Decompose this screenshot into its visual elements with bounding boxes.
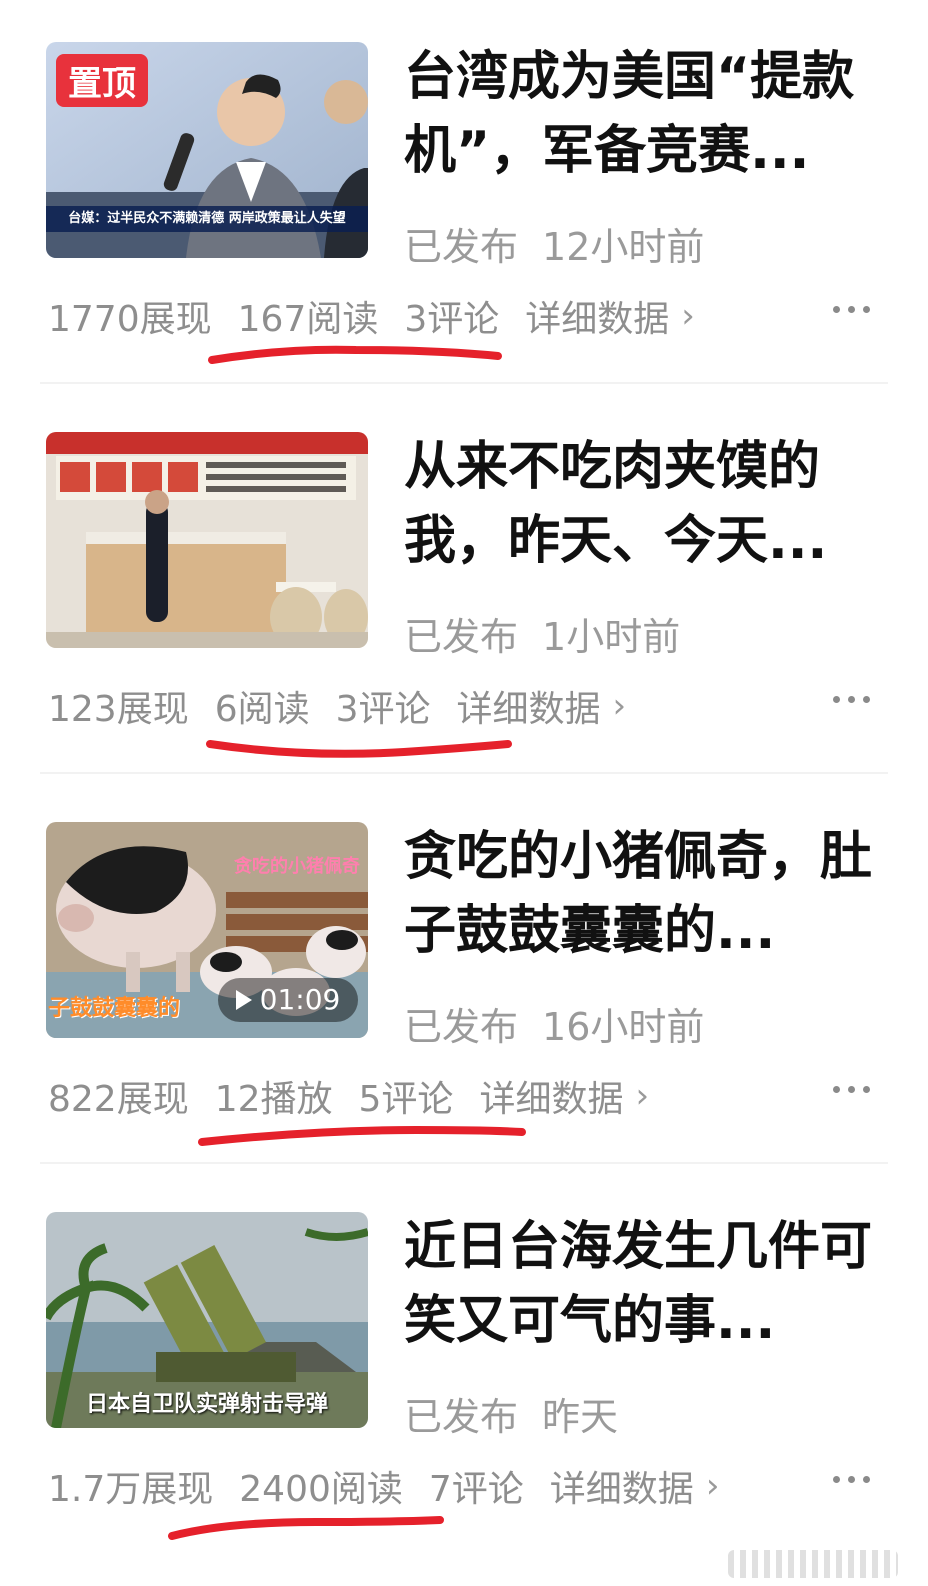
publish-time: 昨天 — [542, 1395, 619, 1439]
thumbnail-caption: 台媒：过半民众不满赖清德 两岸政策最让人失望 — [46, 206, 368, 232]
comments-count[interactable]: 5评论 — [359, 1070, 454, 1122]
status-label: 已发布 — [404, 225, 519, 269]
thumbnail-caption: 日本自卫队实弹射击导弹 — [85, 1392, 328, 1417]
article-item-3[interactable]: 贪吃的小猪佩奇 子鼓鼓囊囊的 01:09 贪吃的小猪佩奇，肚子鼓鼓囊囊的... … — [0, 780, 928, 1170]
impressions-count: 123展现 — [48, 689, 189, 730]
stats-row: 822展现 12播放 5评论 详细数据 › — [48, 1070, 649, 1122]
watermark-strip — [728, 1550, 898, 1578]
status-label: 已发布 — [404, 615, 519, 659]
article-title[interactable]: 从来不吃肉夹馍的我，昨天、今天... — [404, 430, 884, 578]
publish-status: 已发布 12小时前 — [404, 216, 704, 271]
video-overlay-subtitle: 子鼓鼓囊囊的 — [48, 996, 181, 1021]
publish-status: 已发布 昨天 — [404, 1386, 618, 1441]
article-title[interactable]: 贪吃的小猪佩奇，肚子鼓鼓囊囊的... — [404, 820, 884, 968]
stats-row: 123展现 6阅读 3评论 详细数据 › — [48, 680, 626, 732]
video-thumbnail[interactable]: 贪吃的小猪佩奇 子鼓鼓囊囊的 01:09 — [46, 822, 368, 1038]
publish-status: 已发布 16小时前 — [404, 996, 704, 1051]
status-label: 已发布 — [404, 1395, 519, 1439]
comments-count[interactable]: 3评论 — [404, 290, 499, 342]
article-thumbnail[interactable]: 日本自卫队实弹射击导弹 — [46, 1212, 368, 1428]
article-title[interactable]: 近日台海发生几件可笑又可气的事... — [404, 1210, 884, 1358]
stats-row: 1.7万展现 2400阅读 7评论 详细数据 › — [48, 1460, 719, 1512]
status-label: 已发布 — [404, 1005, 519, 1049]
red-underline-annotation — [198, 1125, 526, 1146]
red-underline-annotation — [206, 740, 512, 758]
comments-count[interactable]: 7评论 — [429, 1460, 524, 1512]
more-horizontal-icon[interactable] — [833, 696, 870, 703]
red-underline-annotation — [168, 1516, 444, 1540]
red-underline-annotation — [208, 345, 502, 364]
reads-count: 167阅读 — [237, 299, 379, 340]
video-overlay-title: 贪吃的小猪佩奇 — [234, 856, 360, 877]
video-duration[interactable]: 01:09 — [218, 978, 358, 1022]
article-thumbnail[interactable]: 置顶 台媒：过半民众不满赖清德 两岸政策最让人失望 — [46, 42, 368, 258]
publish-time: 16小时前 — [542, 1005, 705, 1049]
chevron-right-icon[interactable]: › — [635, 1076, 649, 1116]
pinned-badge: 置顶 — [56, 54, 148, 107]
chevron-right-icon[interactable]: › — [613, 686, 627, 726]
plays-count: 12播放 — [214, 1079, 333, 1120]
chevron-right-icon[interactable]: › — [681, 296, 695, 336]
publish-time: 1小时前 — [542, 615, 681, 659]
more-horizontal-icon[interactable] — [833, 306, 870, 313]
reads-count: 6阅读 — [214, 689, 310, 730]
impressions-count: 1770展现 — [48, 299, 212, 340]
reads-count: 2400阅读 — [239, 1469, 403, 1510]
item-divider — [40, 382, 888, 384]
chevron-right-icon[interactable]: › — [706, 1466, 720, 1506]
article-item-2[interactable]: 从来不吃肉夹馍的我，昨天、今天... 已发布 1小时前 123展现 6阅读 3评论… — [0, 390, 928, 780]
article-item-4[interactable]: 日本自卫队实弹射击导弹 近日台海发生几件可笑又可气的事... 已发布 昨天 1.7… — [0, 1170, 928, 1560]
details-link[interactable]: 详细数据 — [479, 1070, 623, 1122]
stats-row: 1770展现 167阅读 3评论 详细数据 › — [48, 290, 695, 342]
thumbnail-image — [46, 432, 368, 648]
item-divider — [40, 1162, 888, 1164]
comments-count[interactable]: 3评论 — [336, 680, 431, 732]
article-thumbnail[interactable] — [46, 432, 368, 648]
more-horizontal-icon[interactable] — [833, 1476, 870, 1483]
details-link[interactable]: 详细数据 — [550, 1460, 694, 1512]
impressions-count: 822展现 — [48, 1079, 189, 1120]
details-link[interactable]: 详细数据 — [457, 680, 601, 732]
impressions-count: 1.7万展现 — [48, 1469, 214, 1510]
details-link[interactable]: 详细数据 — [525, 290, 669, 342]
publish-time: 12小时前 — [542, 225, 705, 269]
duration-text: 01:09 — [259, 983, 341, 1016]
article-title[interactable]: 台湾成为美国“提款机”，军备竞赛... — [404, 40, 884, 188]
publish-status: 已发布 1小时前 — [404, 606, 680, 661]
item-divider — [40, 772, 888, 774]
article-item-1[interactable]: 置顶 台媒：过半民众不满赖清德 两岸政策最让人失望 台湾成为美国“提款机”，军备… — [0, 0, 928, 390]
more-horizontal-icon[interactable] — [833, 1086, 870, 1093]
play-icon — [235, 990, 252, 1010]
